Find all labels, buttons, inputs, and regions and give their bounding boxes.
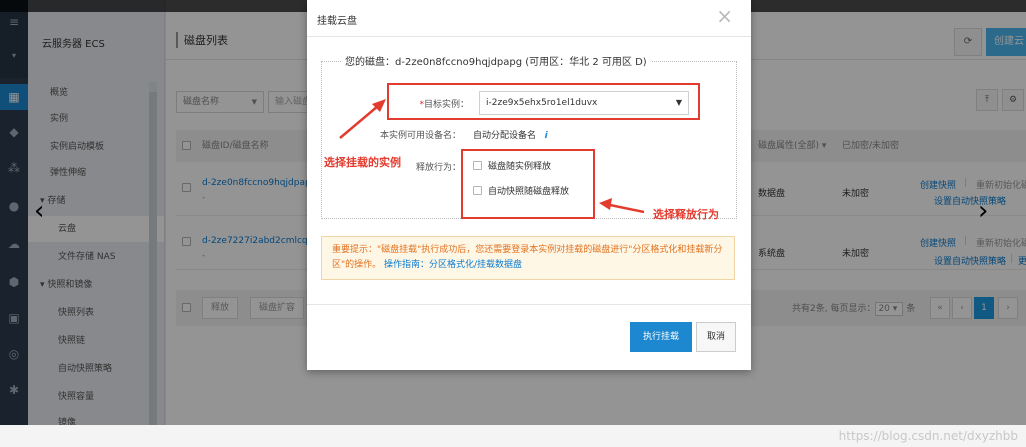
- arrow-to-release: [609, 203, 645, 214]
- annotation-arrows: [339, 99, 645, 214]
- annotation-select-release: 选择释放行为: [653, 208, 719, 221]
- annotation-select-instance: 选择挂载的实例: [324, 156, 401, 169]
- arrow-to-instance: [339, 105, 379, 139]
- arrow-head-release: [599, 198, 612, 210]
